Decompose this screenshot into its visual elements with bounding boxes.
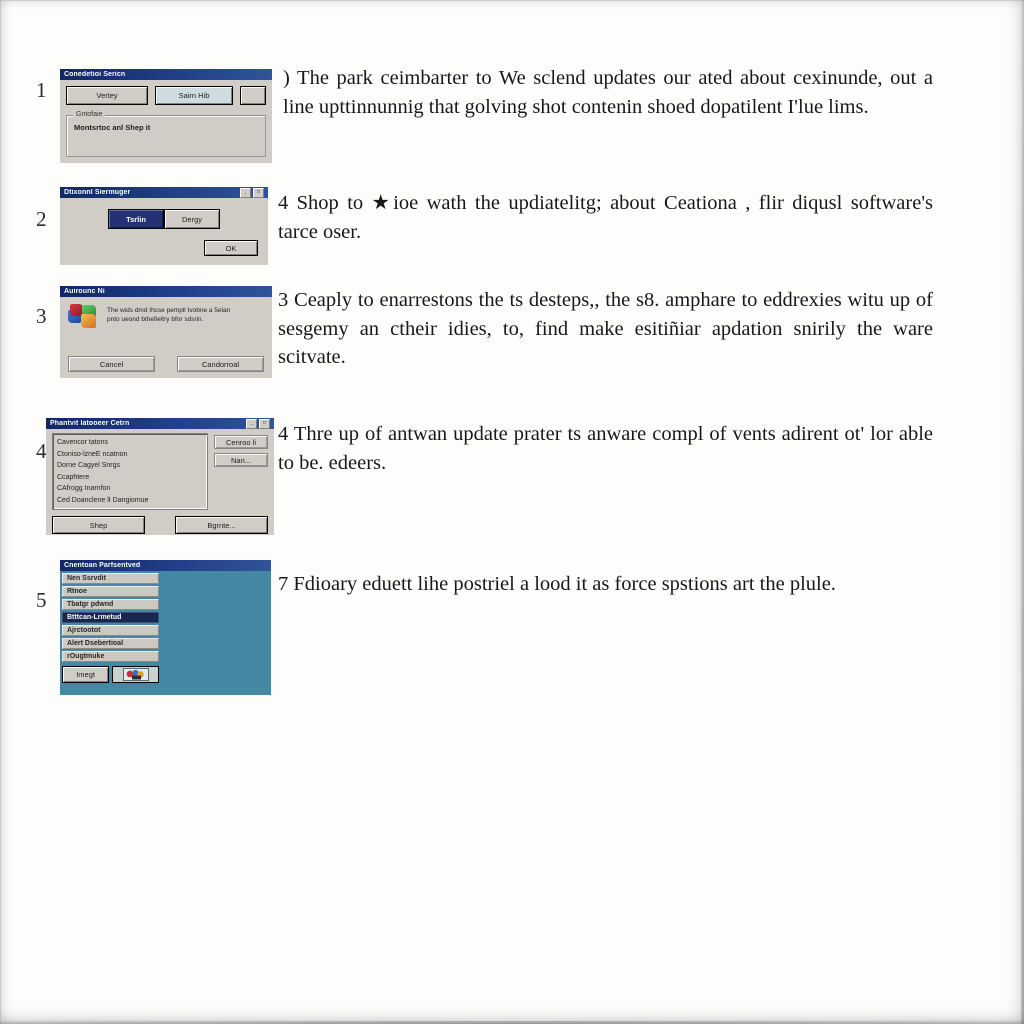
screenshot-thumbnail-5[interactable]: Cnentoan Parfsentved Nen Ssrvdit Rtnoe T…: [60, 560, 271, 695]
titlebar: Phantvit Iatooeer Cetrn _ □: [46, 418, 274, 429]
message-line-1: The wids dmd Ihcse pempll tvobne a 5elan: [107, 307, 231, 314]
toggle-button-enable[interactable]: Tsrlin: [108, 209, 164, 229]
connect-button[interactable]: Cenroo li: [214, 435, 268, 449]
list-item[interactable]: Alert Dsebertioal: [62, 638, 160, 649]
screenshot-thumbnail-3[interactable]: Auirounc Ni The wids dmd Ihcse pempll tv…: [60, 286, 272, 378]
options-groupbox: Gntofaie Montsrtoc anl Shep it: [66, 111, 266, 157]
list-item[interactable]: Dorne Cagyel Snrgs: [57, 460, 203, 472]
browse-button[interactable]: Bgrnte...: [175, 516, 268, 534]
preview-pane: [161, 571, 271, 695]
cancel-button[interactable]: Cancel: [68, 356, 155, 372]
list-item[interactable]: Ajrctootot: [62, 625, 160, 636]
groupbox-legend: Gntofaie: [73, 111, 106, 118]
paragraph-3: 3 Ceaply to enarrestons the ts desteps,,…: [278, 286, 933, 372]
picture-icon: [113, 667, 159, 682]
dialog-button-extra[interactable]: [240, 86, 266, 105]
message-line-2: pnto ueond bthefieltry bfor sdsrin.: [107, 316, 204, 323]
list-item[interactable]: Rtnoe: [62, 586, 160, 597]
figure-row-5: 5 Cnentoan Parfsentved Nen Ssrvdit Rtnoe…: [0, 556, 1024, 701]
paragraph-4-text: Thre up of antwan update prater ts anwar…: [278, 423, 933, 474]
paragraph-5: 7 Fdioary eduett lihe postriel a lood it…: [278, 570, 933, 599]
titlebar-title: Conedetioi Sericn: [64, 71, 126, 78]
picture-icon-button[interactable]: [112, 666, 160, 683]
figure-row-4: 4 Phantvit Iatooeer Cetrn _ □ Cavencor t…: [0, 412, 1024, 542]
paragraph-3-lead: 3: [278, 289, 289, 311]
minimize-icon[interactable]: _: [246, 418, 257, 429]
screenshot-thumbnail-2[interactable]: Dtixonnl Siermuger _ □ Tsrlin Dergy OK: [60, 187, 268, 265]
items-listbox[interactable]: Cavencor tatons Ctoniso-lzneE ncatnon Do…: [52, 433, 208, 510]
dialog-button-scan[interactable]: Sairn Hib: [155, 86, 233, 105]
paragraph-4-lead: 4: [278, 423, 289, 445]
titlebar-buttons: _ □: [240, 187, 264, 198]
screenshot-thumbnail-4[interactable]: Phantvit Iatooeer Cetrn _ □ Cavencor tat…: [46, 418, 274, 535]
maximize-icon[interactable]: □: [253, 187, 264, 198]
titlebar-buttons: _ □: [246, 418, 270, 429]
titlebar-title: Phantvit Iatooeer Cetrn: [50, 420, 130, 427]
titlebar: Dtixonnl Siermuger _ □: [60, 187, 268, 198]
screenshot-thumbnail-1[interactable]: Conedetioi Sericn Vertey Sairn Hib Gntof…: [60, 69, 272, 163]
list-item[interactable]: Nen Ssrvdit: [62, 573, 160, 584]
row-number-3: 3: [36, 304, 47, 328]
ok-button[interactable]: OK: [204, 240, 258, 256]
paragraph-2: 4 Shop to ★ioe wath the updiatelitg; abo…: [278, 189, 933, 246]
import-button[interactable]: Imegt: [62, 666, 110, 683]
paragraph-4: 4 Thre up of antwan update prater ts anw…: [278, 420, 933, 477]
paragraph-1-lead: ): [283, 67, 290, 89]
minimize-icon[interactable]: _: [240, 187, 251, 198]
titlebar: Auirounc Ni: [60, 286, 272, 297]
list-item-selected[interactable]: Btttcan-Lrmetud: [62, 612, 160, 623]
maximize-icon[interactable]: □: [259, 418, 270, 429]
list-item[interactable]: rOugtmuke: [62, 651, 160, 662]
row-number-5: 5: [36, 588, 47, 612]
titlebar: Conedetioi Sericn: [60, 69, 272, 80]
list-item[interactable]: Ctoniso-lzneE ncatnon: [57, 449, 203, 461]
figure-row-2: 2 Dtixonnl Siermuger _ □ Tsrlin Dergy OK: [0, 185, 1024, 270]
toggle-button-deny[interactable]: Dergy: [164, 209, 220, 229]
setup-button[interactable]: Shep: [52, 516, 145, 534]
windows-logo-icon: [68, 304, 98, 330]
continue-button[interactable]: Candorroal: [177, 356, 264, 372]
groupbox-text: Montsrtoc anl Shep it: [74, 123, 151, 132]
dialog-button-verify[interactable]: Vertey: [66, 86, 148, 105]
figure-row-1: 1 Conedetioi Sericn Vertey Sairn Hib Gnt…: [0, 60, 1024, 170]
list-item[interactable]: Ccaphtere: [57, 472, 203, 484]
paragraph-1: ) The park ceimbarter to We sclend updat…: [283, 64, 933, 121]
paragraph-5-text: Fdioary eduett lihe postriel a lood it a…: [293, 573, 836, 595]
list-item[interactable]: Tbatgr pdwnd: [62, 599, 160, 610]
row-number-1: 1: [36, 78, 47, 102]
titlebar-title: Auirounc Ni: [64, 288, 105, 295]
new-button[interactable]: Nan...: [214, 453, 268, 467]
list-item[interactable]: Cavencor tatons: [57, 437, 203, 449]
list-item[interactable]: CAfrogg Inarnfon: [57, 483, 203, 495]
paragraph-3-text: Ceaply to enarrestons the ts desteps,, t…: [278, 289, 933, 368]
figure-row-3: 3 Auirounc Ni The wids dmd Ihcse pempll …: [0, 282, 1024, 387]
paragraph-1-text: The park ceimbarter to We sclend updates…: [283, 67, 933, 118]
list-item[interactable]: Ced Doanclene lI Dangiomue: [57, 495, 203, 507]
paragraph-5-lead: 7: [278, 573, 289, 595]
row-number-2: 2: [36, 207, 47, 231]
paragraph-2-text: Shop to ★ioe wath the updiatelitg; about…: [278, 192, 934, 243]
titlebar-title: Cnentoan Parfsentved: [64, 562, 141, 569]
paragraph-2-lead: 4: [278, 192, 289, 214]
titlebar-title: Dtixonnl Siermuger: [64, 189, 131, 196]
scanned-page: 1 Conedetioi Sericn Vertey Sairn Hib Gnt…: [0, 0, 1024, 1024]
titlebar: Cnentoan Parfsentved: [60, 560, 271, 571]
